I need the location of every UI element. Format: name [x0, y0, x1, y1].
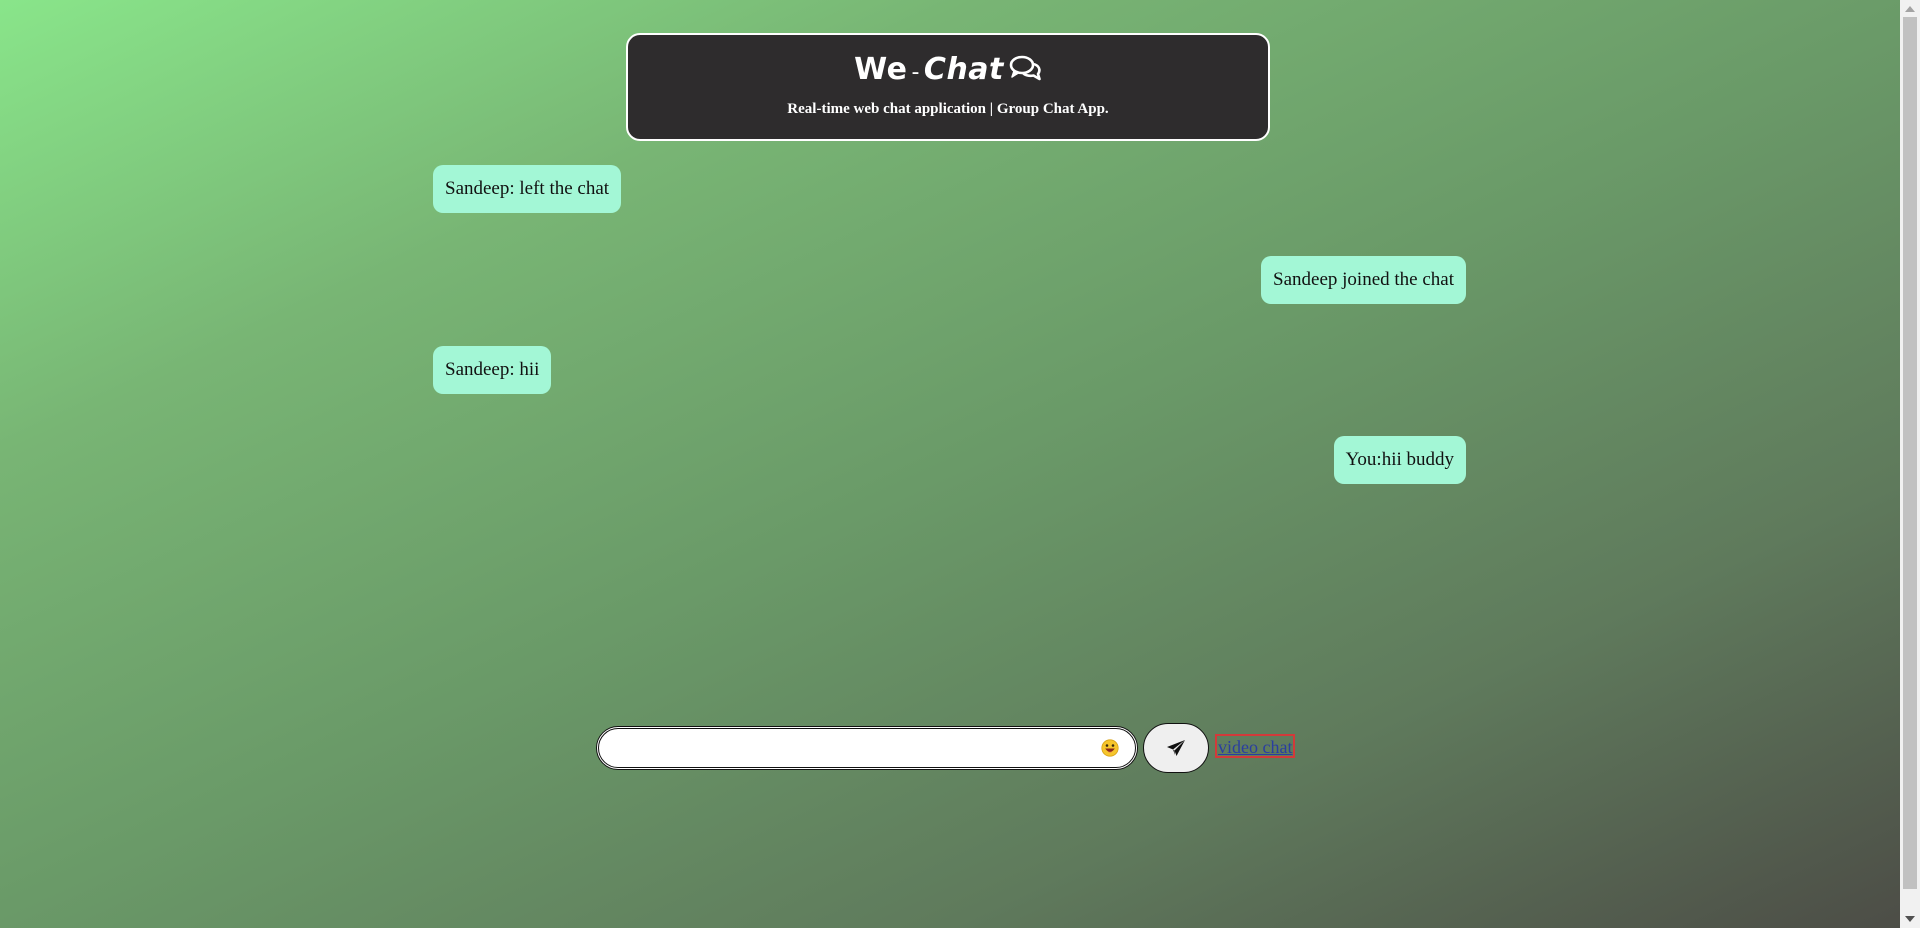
paper-plane-icon	[1167, 740, 1185, 756]
message-input-container	[596, 726, 1138, 770]
message-bubble: Sandeep: hii	[433, 346, 552, 394]
vertical-scrollbar[interactable]	[1900, 0, 1920, 928]
message-input[interactable]	[605, 733, 1089, 765]
smiley-emoji-icon[interactable]	[1101, 739, 1119, 757]
scroll-down-arrow-icon[interactable]	[1905, 916, 1915, 922]
message-bubble: Sandeep joined the chat	[1261, 256, 1466, 304]
scrollbar-thumb[interactable]	[1903, 17, 1917, 889]
message-bubble: Sandeep: left the chat	[433, 165, 622, 213]
video-chat-link[interactable]: video chat	[1215, 734, 1296, 758]
title-we: We	[854, 52, 908, 87]
app-subtitle: Real-time web chat application | Group C…	[787, 101, 1109, 117]
app-header: We - Chat Real-time web chat application |…	[626, 33, 1270, 141]
title-dash: -	[911, 60, 920, 85]
chat-bubbles-icon	[1009, 55, 1041, 81]
scroll-up-arrow-icon[interactable]	[1905, 6, 1915, 12]
message-bubble: You:hii buddy	[1333, 436, 1466, 484]
send-button[interactable]	[1143, 723, 1209, 773]
app-title: We - Chat	[628, 52, 1268, 91]
title-chat: Chat	[923, 52, 1004, 87]
